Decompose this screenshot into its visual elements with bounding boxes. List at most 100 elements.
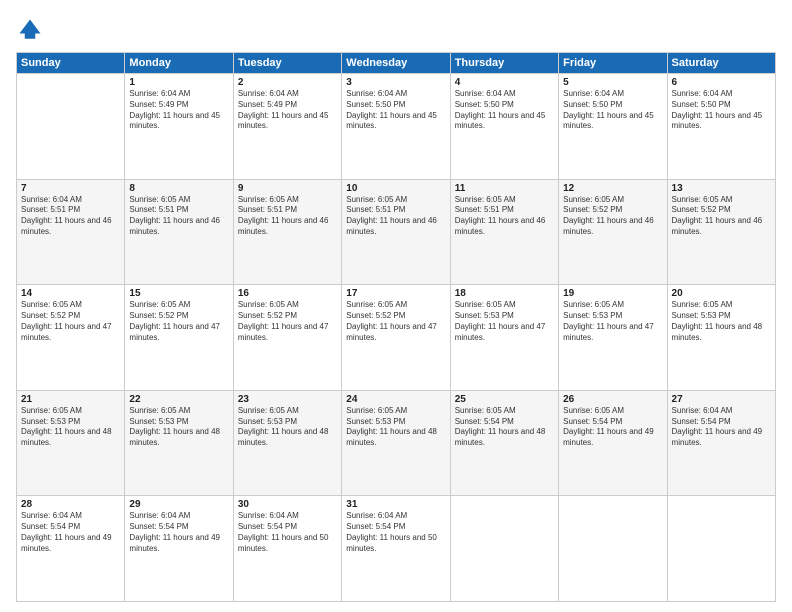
day-number: 20	[672, 288, 771, 299]
cell-info: Sunrise: 6:05 AMSunset: 5:53 PMDaylight:…	[21, 406, 120, 449]
cell-info: Sunrise: 6:05 AMSunset: 5:53 PMDaylight:…	[455, 300, 554, 343]
calendar-cell: 21 Sunrise: 6:05 AMSunset: 5:53 PMDaylig…	[17, 390, 125, 496]
day-number: 2	[238, 77, 337, 88]
calendar-week-row: 7 Sunrise: 6:04 AMSunset: 5:51 PMDayligh…	[17, 179, 776, 285]
weekday-header: Sunday	[17, 53, 125, 74]
day-number: 4	[455, 77, 554, 88]
cell-info: Sunrise: 6:04 AMSunset: 5:49 PMDaylight:…	[238, 89, 337, 132]
logo-icon	[16, 16, 44, 44]
cell-info: Sunrise: 6:04 AMSunset: 5:54 PMDaylight:…	[129, 511, 228, 554]
cell-info: Sunrise: 6:04 AMSunset: 5:54 PMDaylight:…	[238, 511, 337, 554]
cell-info: Sunrise: 6:04 AMSunset: 5:54 PMDaylight:…	[21, 511, 120, 554]
weekday-header: Wednesday	[342, 53, 450, 74]
calendar-cell: 29 Sunrise: 6:04 AMSunset: 5:54 PMDaylig…	[125, 496, 233, 602]
cell-info: Sunrise: 6:05 AMSunset: 5:51 PMDaylight:…	[455, 195, 554, 238]
cell-info: Sunrise: 6:05 AMSunset: 5:53 PMDaylight:…	[563, 300, 662, 343]
calendar-cell	[450, 496, 558, 602]
day-number: 25	[455, 394, 554, 405]
cell-info: Sunrise: 6:05 AMSunset: 5:54 PMDaylight:…	[455, 406, 554, 449]
calendar-cell: 2 Sunrise: 6:04 AMSunset: 5:49 PMDayligh…	[233, 74, 341, 180]
day-number: 22	[129, 394, 228, 405]
calendar-cell: 17 Sunrise: 6:05 AMSunset: 5:52 PMDaylig…	[342, 285, 450, 391]
cell-info: Sunrise: 6:05 AMSunset: 5:52 PMDaylight:…	[672, 195, 771, 238]
weekday-header: Saturday	[667, 53, 775, 74]
day-number: 29	[129, 499, 228, 510]
cell-info: Sunrise: 6:05 AMSunset: 5:54 PMDaylight:…	[563, 406, 662, 449]
day-number: 7	[21, 183, 120, 194]
day-number: 21	[21, 394, 120, 405]
cell-info: Sunrise: 6:05 AMSunset: 5:53 PMDaylight:…	[238, 406, 337, 449]
calendar-cell: 25 Sunrise: 6:05 AMSunset: 5:54 PMDaylig…	[450, 390, 558, 496]
header	[16, 16, 776, 44]
weekday-header: Thursday	[450, 53, 558, 74]
cell-info: Sunrise: 6:04 AMSunset: 5:54 PMDaylight:…	[672, 406, 771, 449]
cell-info: Sunrise: 6:05 AMSunset: 5:52 PMDaylight:…	[346, 300, 445, 343]
day-number: 19	[563, 288, 662, 299]
cell-info: Sunrise: 6:05 AMSunset: 5:53 PMDaylight:…	[346, 406, 445, 449]
day-number: 1	[129, 77, 228, 88]
cell-info: Sunrise: 6:04 AMSunset: 5:50 PMDaylight:…	[346, 89, 445, 132]
calendar-week-row: 21 Sunrise: 6:05 AMSunset: 5:53 PMDaylig…	[17, 390, 776, 496]
calendar-week-row: 14 Sunrise: 6:05 AMSunset: 5:52 PMDaylig…	[17, 285, 776, 391]
day-number: 17	[346, 288, 445, 299]
calendar-cell: 13 Sunrise: 6:05 AMSunset: 5:52 PMDaylig…	[667, 179, 775, 285]
calendar-cell: 9 Sunrise: 6:05 AMSunset: 5:51 PMDayligh…	[233, 179, 341, 285]
day-number: 9	[238, 183, 337, 194]
day-number: 26	[563, 394, 662, 405]
cell-info: Sunrise: 6:05 AMSunset: 5:52 PMDaylight:…	[129, 300, 228, 343]
cell-info: Sunrise: 6:05 AMSunset: 5:52 PMDaylight:…	[21, 300, 120, 343]
logo	[16, 16, 48, 44]
calendar-cell	[667, 496, 775, 602]
day-number: 24	[346, 394, 445, 405]
day-number: 13	[672, 183, 771, 194]
calendar-cell: 18 Sunrise: 6:05 AMSunset: 5:53 PMDaylig…	[450, 285, 558, 391]
calendar-cell: 7 Sunrise: 6:04 AMSunset: 5:51 PMDayligh…	[17, 179, 125, 285]
calendar-cell: 14 Sunrise: 6:05 AMSunset: 5:52 PMDaylig…	[17, 285, 125, 391]
calendar-cell: 16 Sunrise: 6:05 AMSunset: 5:52 PMDaylig…	[233, 285, 341, 391]
day-number: 12	[563, 183, 662, 194]
cell-info: Sunrise: 6:05 AMSunset: 5:51 PMDaylight:…	[129, 195, 228, 238]
cell-info: Sunrise: 6:05 AMSunset: 5:52 PMDaylight:…	[238, 300, 337, 343]
calendar-cell: 28 Sunrise: 6:04 AMSunset: 5:54 PMDaylig…	[17, 496, 125, 602]
calendar-cell: 4 Sunrise: 6:04 AMSunset: 5:50 PMDayligh…	[450, 74, 558, 180]
cell-info: Sunrise: 6:04 AMSunset: 5:50 PMDaylight:…	[455, 89, 554, 132]
calendar-header-row: SundayMondayTuesdayWednesdayThursdayFrid…	[17, 53, 776, 74]
calendar-cell: 22 Sunrise: 6:05 AMSunset: 5:53 PMDaylig…	[125, 390, 233, 496]
day-number: 28	[21, 499, 120, 510]
day-number: 27	[672, 394, 771, 405]
cell-info: Sunrise: 6:05 AMSunset: 5:53 PMDaylight:…	[129, 406, 228, 449]
page: SundayMondayTuesdayWednesdayThursdayFrid…	[0, 0, 792, 612]
calendar-cell: 31 Sunrise: 6:04 AMSunset: 5:54 PMDaylig…	[342, 496, 450, 602]
cell-info: Sunrise: 6:05 AMSunset: 5:53 PMDaylight:…	[672, 300, 771, 343]
calendar-cell: 19 Sunrise: 6:05 AMSunset: 5:53 PMDaylig…	[559, 285, 667, 391]
weekday-header: Friday	[559, 53, 667, 74]
calendar-cell: 24 Sunrise: 6:05 AMSunset: 5:53 PMDaylig…	[342, 390, 450, 496]
weekday-header: Monday	[125, 53, 233, 74]
cell-info: Sunrise: 6:04 AMSunset: 5:50 PMDaylight:…	[563, 89, 662, 132]
day-number: 10	[346, 183, 445, 194]
calendar-cell: 8 Sunrise: 6:05 AMSunset: 5:51 PMDayligh…	[125, 179, 233, 285]
day-number: 23	[238, 394, 337, 405]
calendar-cell: 20 Sunrise: 6:05 AMSunset: 5:53 PMDaylig…	[667, 285, 775, 391]
day-number: 31	[346, 499, 445, 510]
calendar-table: SundayMondayTuesdayWednesdayThursdayFrid…	[16, 52, 776, 602]
calendar-cell	[559, 496, 667, 602]
calendar-week-row: 1 Sunrise: 6:04 AMSunset: 5:49 PMDayligh…	[17, 74, 776, 180]
calendar-week-row: 28 Sunrise: 6:04 AMSunset: 5:54 PMDaylig…	[17, 496, 776, 602]
cell-info: Sunrise: 6:04 AMSunset: 5:54 PMDaylight:…	[346, 511, 445, 554]
day-number: 3	[346, 77, 445, 88]
cell-info: Sunrise: 6:05 AMSunset: 5:51 PMDaylight:…	[238, 195, 337, 238]
calendar-cell: 12 Sunrise: 6:05 AMSunset: 5:52 PMDaylig…	[559, 179, 667, 285]
day-number: 8	[129, 183, 228, 194]
day-number: 18	[455, 288, 554, 299]
cell-info: Sunrise: 6:05 AMSunset: 5:51 PMDaylight:…	[346, 195, 445, 238]
calendar-cell	[17, 74, 125, 180]
day-number: 6	[672, 77, 771, 88]
day-number: 14	[21, 288, 120, 299]
cell-info: Sunrise: 6:04 AMSunset: 5:49 PMDaylight:…	[129, 89, 228, 132]
day-number: 15	[129, 288, 228, 299]
cell-info: Sunrise: 6:05 AMSunset: 5:52 PMDaylight:…	[563, 195, 662, 238]
day-number: 5	[563, 77, 662, 88]
calendar-cell: 15 Sunrise: 6:05 AMSunset: 5:52 PMDaylig…	[125, 285, 233, 391]
cell-info: Sunrise: 6:04 AMSunset: 5:50 PMDaylight:…	[672, 89, 771, 132]
